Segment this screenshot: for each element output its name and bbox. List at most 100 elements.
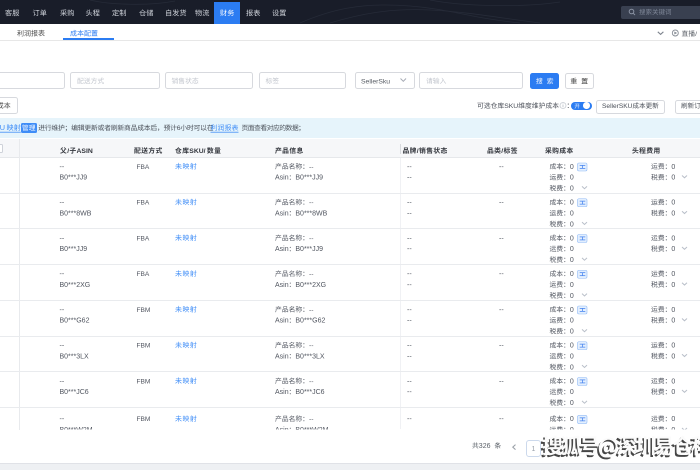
svg-text:0: 0: [570, 307, 574, 314]
svg-text:Asin: Asin: [275, 282, 289, 289]
svg-text:--: --: [407, 246, 412, 253]
svg-text:B0***JC6: B0***JC6: [60, 389, 89, 396]
svg-text:Asin: Asin: [275, 353, 289, 360]
svg-text:B0***8WB: B0***8WB: [295, 211, 327, 218]
svg-text:0: 0: [570, 235, 574, 242]
svg-text:0: 0: [671, 389, 675, 396]
svg-text:--: --: [60, 343, 65, 350]
svg-text:0: 0: [671, 200, 675, 207]
svg-text:0: 0: [570, 271, 574, 278]
svg-text:B0***8WB: B0***8WB: [60, 211, 92, 218]
svg-text:FBA: FBA: [137, 235, 150, 242]
svg-text:0: 0: [671, 175, 675, 182]
svg-text:FBM: FBM: [137, 343, 151, 350]
svg-text:B0***JJ9: B0***JJ9: [60, 246, 88, 253]
svg-text:B0***JJ9: B0***JJ9: [60, 175, 88, 182]
svg-text:--: --: [309, 416, 314, 423]
svg-text:--: --: [407, 307, 412, 314]
svg-text:--: --: [499, 343, 504, 350]
svg-text:--: --: [60, 416, 65, 423]
svg-text:--: --: [309, 235, 314, 242]
svg-text:--: --: [309, 307, 314, 314]
svg-text:Asin: Asin: [275, 389, 289, 396]
svg-text:0: 0: [570, 282, 574, 289]
svg-text:--: --: [407, 211, 412, 218]
svg-text:--: --: [407, 200, 412, 207]
svg-text:0: 0: [570, 257, 574, 264]
svg-text:--: --: [407, 175, 412, 182]
svg-text:--: --: [309, 378, 314, 385]
svg-text:--: --: [499, 164, 504, 171]
svg-text:Asin: Asin: [275, 318, 289, 325]
svg-text:FBM: FBM: [137, 378, 151, 385]
svg-text:0: 0: [671, 318, 675, 325]
svg-text:--: --: [407, 353, 412, 360]
svg-text:0: 0: [671, 353, 675, 360]
svg-text:Asin: Asin: [275, 175, 289, 182]
svg-text:B0***3LX: B0***3LX: [295, 353, 325, 360]
svg-text:--: --: [309, 343, 314, 350]
svg-text:0: 0: [570, 416, 574, 423]
svg-text:0: 0: [570, 318, 574, 325]
svg-text:Asin: Asin: [275, 211, 289, 218]
svg-text:--: --: [407, 318, 412, 325]
svg-text:B0***2XG: B0***2XG: [295, 282, 326, 289]
svg-text:B0***JJ9: B0***JJ9: [295, 246, 323, 253]
svg-text:--: --: [499, 200, 504, 207]
svg-text:--: --: [499, 378, 504, 385]
svg-text:0: 0: [570, 389, 574, 396]
svg-text:0: 0: [570, 246, 574, 253]
svg-text:FBM: FBM: [137, 307, 151, 314]
svg-text:--: --: [60, 271, 65, 278]
svg-text:--: --: [407, 235, 412, 242]
svg-text:--: --: [499, 235, 504, 242]
svg-text:0: 0: [570, 175, 574, 182]
svg-text:SKU: SKU: [504, 103, 518, 110]
svg-text:FBA: FBA: [137, 271, 150, 278]
svg-text:0: 0: [671, 164, 675, 171]
svg-text:--: --: [60, 307, 65, 314]
svg-text:--: --: [60, 164, 65, 171]
svg-text:0: 0: [570, 353, 574, 360]
svg-text:FBA: FBA: [137, 164, 150, 171]
svg-text:0: 0: [671, 271, 675, 278]
svg-text:--: --: [407, 378, 412, 385]
svg-text:--: --: [309, 164, 314, 171]
svg-text:0: 0: [570, 186, 574, 193]
svg-text:0: 0: [671, 235, 675, 242]
svg-text:--: --: [309, 200, 314, 207]
svg-text:0: 0: [570, 164, 574, 171]
svg-text:0: 0: [671, 378, 675, 385]
svg-text:0: 0: [671, 343, 675, 350]
svg-text:0: 0: [671, 282, 675, 289]
svg-text:--: --: [407, 416, 412, 423]
svg-text:0: 0: [570, 200, 574, 207]
svg-text:--: --: [407, 164, 412, 171]
svg-text:--: --: [407, 389, 412, 396]
svg-text:B0***3LX: B0***3LX: [60, 353, 90, 360]
svg-text:0: 0: [570, 329, 574, 336]
svg-text:--: --: [499, 271, 504, 278]
svg-text:--: --: [60, 200, 65, 207]
svg-text:--: --: [60, 235, 65, 242]
svg-text:--: --: [60, 378, 65, 385]
svg-text:FBA: FBA: [137, 200, 150, 207]
svg-text:--: --: [407, 282, 412, 289]
svg-text:0: 0: [671, 246, 675, 253]
svg-text:B0***2XG: B0***2XG: [60, 282, 91, 289]
svg-text:FBM: FBM: [137, 416, 151, 423]
svg-text:0: 0: [570, 211, 574, 218]
svg-text:0: 0: [671, 307, 675, 314]
svg-text:B0***G62: B0***G62: [295, 318, 325, 325]
svg-text:0: 0: [671, 211, 675, 218]
svg-text:--: --: [499, 307, 504, 314]
svg-text:--: --: [309, 271, 314, 278]
svg-text:--: --: [499, 416, 504, 423]
svg-text:B0***G62: B0***G62: [60, 318, 90, 325]
svg-text:0: 0: [570, 378, 574, 385]
svg-text:B0***JJ9: B0***JJ9: [295, 175, 323, 182]
svg-text:0: 0: [671, 416, 675, 423]
svg-text:--: --: [407, 271, 412, 278]
svg-text:Asin: Asin: [275, 246, 289, 253]
svg-text:0: 0: [570, 400, 574, 407]
